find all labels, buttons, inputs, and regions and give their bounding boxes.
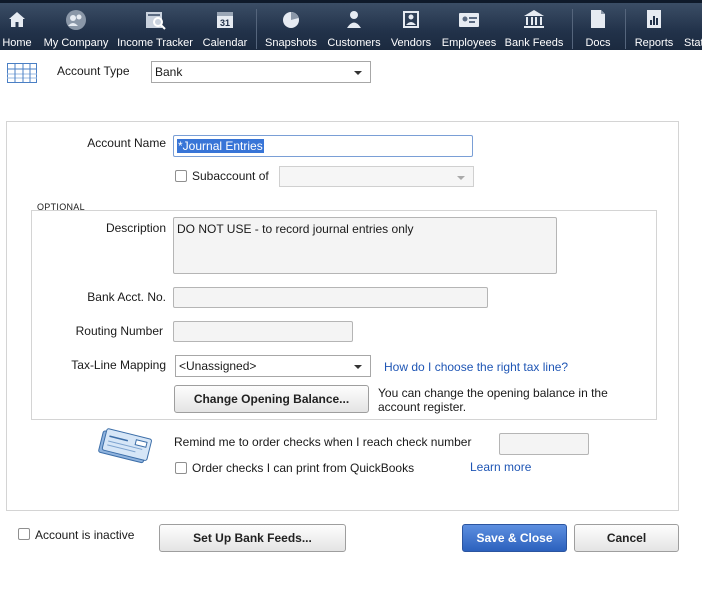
routing-number-label: Routing Number xyxy=(75,324,163,338)
bank-acct-no-label: Bank Acct. No. xyxy=(87,290,166,304)
toolbar-vendors-button[interactable]: Vendors xyxy=(387,3,435,50)
toolbar-my-company-button[interactable]: My Company xyxy=(40,3,112,50)
learn-more-link[interactable]: Learn more xyxy=(470,460,531,474)
description-label: Description xyxy=(105,221,166,235)
account-name-value: *Journal Entries xyxy=(177,139,264,153)
toolbar-separator xyxy=(625,9,626,49)
tax-line-help-link[interactable]: How do I choose the right tax line? xyxy=(384,360,568,374)
bank-acct-no-field[interactable] xyxy=(173,287,488,308)
employees-icon xyxy=(440,9,498,31)
tax-line-mapping-value: <Unassigned> xyxy=(179,359,257,373)
toolbar-income-tracker-button[interactable]: Income Tracker xyxy=(116,3,194,50)
subaccount-dropdown[interactable] xyxy=(279,166,474,187)
toolbar-separator xyxy=(572,9,573,49)
toolbar-statements-button[interactable]: Stat xyxy=(682,3,702,50)
toolbar-docs-button[interactable]: Docs xyxy=(578,3,618,50)
toolbar-home-button[interactable]: Home xyxy=(0,3,34,50)
customers-icon xyxy=(324,9,384,31)
remind-order-checks-label: Remind me to order checks when I reach c… xyxy=(174,435,472,449)
chevron-down-icon xyxy=(354,365,362,369)
docs-icon xyxy=(578,9,618,31)
toolbar-customers-button[interactable]: Customers xyxy=(324,3,384,50)
account-type-dropdown[interactable]: Bank xyxy=(151,61,371,83)
order-checks-checkbox[interactable] xyxy=(175,462,187,474)
chevron-down-icon xyxy=(457,176,465,180)
svg-text:31: 31 xyxy=(220,18,230,28)
tax-line-mapping-dropdown[interactable]: <Unassigned> xyxy=(175,355,371,377)
checks-icon xyxy=(96,426,152,470)
chevron-down-icon xyxy=(354,71,362,75)
reports-icon xyxy=(630,9,678,31)
home-icon xyxy=(0,9,34,31)
account-type-label: Account Type xyxy=(57,64,130,78)
main-toolbar: Home My Company Income Tracker 31 Calend… xyxy=(0,0,702,50)
check-number-field[interactable] xyxy=(499,433,589,455)
description-field[interactable]: DO NOT USE - to record journal entries o… xyxy=(173,217,557,274)
set-up-bank-feeds-button[interactable]: Set Up Bank Feeds... xyxy=(159,524,346,552)
account-name-label: Account Name xyxy=(87,136,166,150)
subaccount-checkbox[interactable] xyxy=(175,170,187,182)
toolbar-separator xyxy=(256,9,257,49)
statements-icon xyxy=(690,9,702,31)
order-checks-label: Order checks I can print from QuickBooks xyxy=(192,461,415,475)
cancel-button[interactable]: Cancel xyxy=(574,524,679,552)
tax-line-mapping-label: Tax-Line Mapping xyxy=(71,358,166,372)
description-value: DO NOT USE - to record journal entries o… xyxy=(177,222,414,236)
routing-number-field[interactable] xyxy=(173,321,353,342)
account-name-field[interactable]: *Journal Entries xyxy=(173,135,473,157)
toolbar-reports-button[interactable]: Reports xyxy=(630,3,678,50)
account-register-icon xyxy=(7,63,37,83)
optional-section-title: OPTIONAL xyxy=(37,202,85,212)
toolbar-snapshots-button[interactable]: Snapshots xyxy=(262,3,320,50)
calendar-icon: 31 xyxy=(200,9,250,31)
toolbar-bank-feeds-button[interactable]: Bank Feeds xyxy=(502,3,566,50)
toolbar-calendar-button[interactable]: 31 Calendar xyxy=(200,3,250,50)
bank-feeds-icon xyxy=(502,9,566,31)
snapshots-icon xyxy=(262,9,320,31)
change-opening-balance-button[interactable]: Change Opening Balance... xyxy=(174,385,369,413)
account-inactive-label: Account is inactive xyxy=(35,528,135,542)
my-company-icon xyxy=(40,9,112,31)
toolbar-employees-button[interactable]: Employees xyxy=(440,3,498,50)
account-inactive-checkbox[interactable] xyxy=(18,528,30,540)
opening-balance-note: You can change the opening balance in th… xyxy=(378,386,608,414)
subaccount-label: Subaccount of xyxy=(192,169,269,183)
save-close-button[interactable]: Save & Close xyxy=(462,524,567,552)
account-type-value: Bank xyxy=(155,65,183,79)
income-tracker-icon xyxy=(116,9,194,31)
vendors-icon xyxy=(387,9,435,31)
